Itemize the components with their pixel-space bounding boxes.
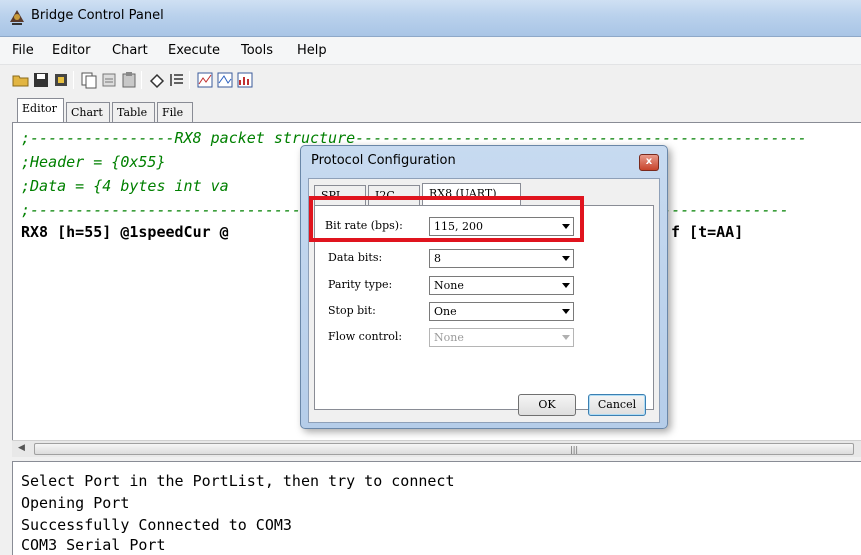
log-line: Select Port in the PortList, then try to… [21, 472, 455, 490]
dialog-title: Protocol Configuration [311, 153, 456, 168]
close-button[interactable]: x [639, 154, 659, 171]
code-line: RX8 [h=55] @1speedCur @ [21, 223, 229, 241]
menu-chart[interactable]: Chart [112, 43, 148, 58]
menu-file[interactable]: File [12, 43, 34, 58]
chart-bar-icon[interactable] [236, 71, 254, 89]
toolbar [0, 65, 861, 95]
chart-xy-icon[interactable] [216, 71, 234, 89]
tab-file[interactable]: File [157, 102, 193, 122]
main-tabs: Editor Chart Table File [0, 97, 861, 122]
parity-type-select[interactable]: None [429, 276, 574, 295]
window-title: Bridge Control Panel [31, 8, 164, 23]
flow-control-label: Flow control: [328, 330, 403, 343]
chart-icon[interactable] [196, 71, 214, 89]
save-icon[interactable] [32, 71, 50, 89]
flow-control-value: None [434, 331, 464, 344]
cancel-button[interactable]: Cancel [588, 394, 646, 416]
chevron-down-icon [562, 309, 570, 314]
tab-editor[interactable]: Editor [17, 98, 64, 122]
data-bits-label: Data bits: [328, 251, 383, 264]
menu-tools[interactable]: Tools [241, 43, 273, 58]
ok-button[interactable]: OK [518, 394, 576, 416]
cut-icon[interactable] [100, 71, 118, 89]
clear-icon[interactable] [148, 71, 166, 89]
connect-icon[interactable] [52, 71, 70, 89]
scrollbar-thumb[interactable]: ||| [34, 443, 854, 455]
log-line: Opening Port [21, 494, 130, 512]
parity-type-value: None [434, 279, 464, 292]
chevron-down-icon [562, 256, 570, 261]
flow-control-select: None [429, 328, 574, 347]
menu-help[interactable]: Help [297, 43, 327, 58]
menu-editor[interactable]: Editor [52, 43, 90, 58]
stop-bit-label: Stop bit: [328, 304, 376, 317]
parity-type-label: Parity type: [328, 278, 393, 291]
menu-execute[interactable]: Execute [168, 43, 220, 58]
paste-icon[interactable] [120, 71, 138, 89]
chevron-down-icon [562, 283, 570, 288]
log-line: Successfully Connected to COM3 [21, 516, 292, 534]
code-line-tail: f [t=AA] [671, 223, 744, 241]
highlight-box [309, 196, 584, 242]
list-icon[interactable] [168, 71, 186, 89]
tab-chart[interactable]: Chart [66, 102, 110, 122]
data-bits-select[interactable]: 8 [429, 249, 574, 268]
open-icon[interactable] [12, 71, 30, 89]
data-bits-value: 8 [434, 252, 441, 265]
scroll-left-icon[interactable]: ◀ [14, 443, 29, 455]
tab-table[interactable]: Table [112, 102, 155, 122]
log-line: COM3 Serial Port [21, 536, 166, 554]
menu-bar: File Editor Chart Execute Tools Help [0, 37, 861, 65]
app-icon [10, 10, 24, 25]
log-pane[interactable]: Select Port in the PortList, then try to… [12, 461, 861, 555]
copy-icon[interactable] [80, 71, 98, 89]
stop-bit-value: One [434, 305, 457, 318]
stop-bit-select[interactable]: One [429, 302, 574, 321]
scroll-grip-icon: ||| [570, 445, 579, 454]
code-line: ;Data = {4 bytes int va [21, 177, 229, 195]
protocol-configuration-dialog: Protocol Configuration x SPI I2C RX8 (UA… [300, 145, 668, 429]
horizontal-scrollbar[interactable]: ◀ ||| [12, 440, 861, 457]
chevron-down-icon [562, 335, 570, 340]
code-line: ;Header = {0x55} [21, 153, 166, 171]
title-bar[interactable]: Bridge Control Panel [0, 0, 861, 37]
